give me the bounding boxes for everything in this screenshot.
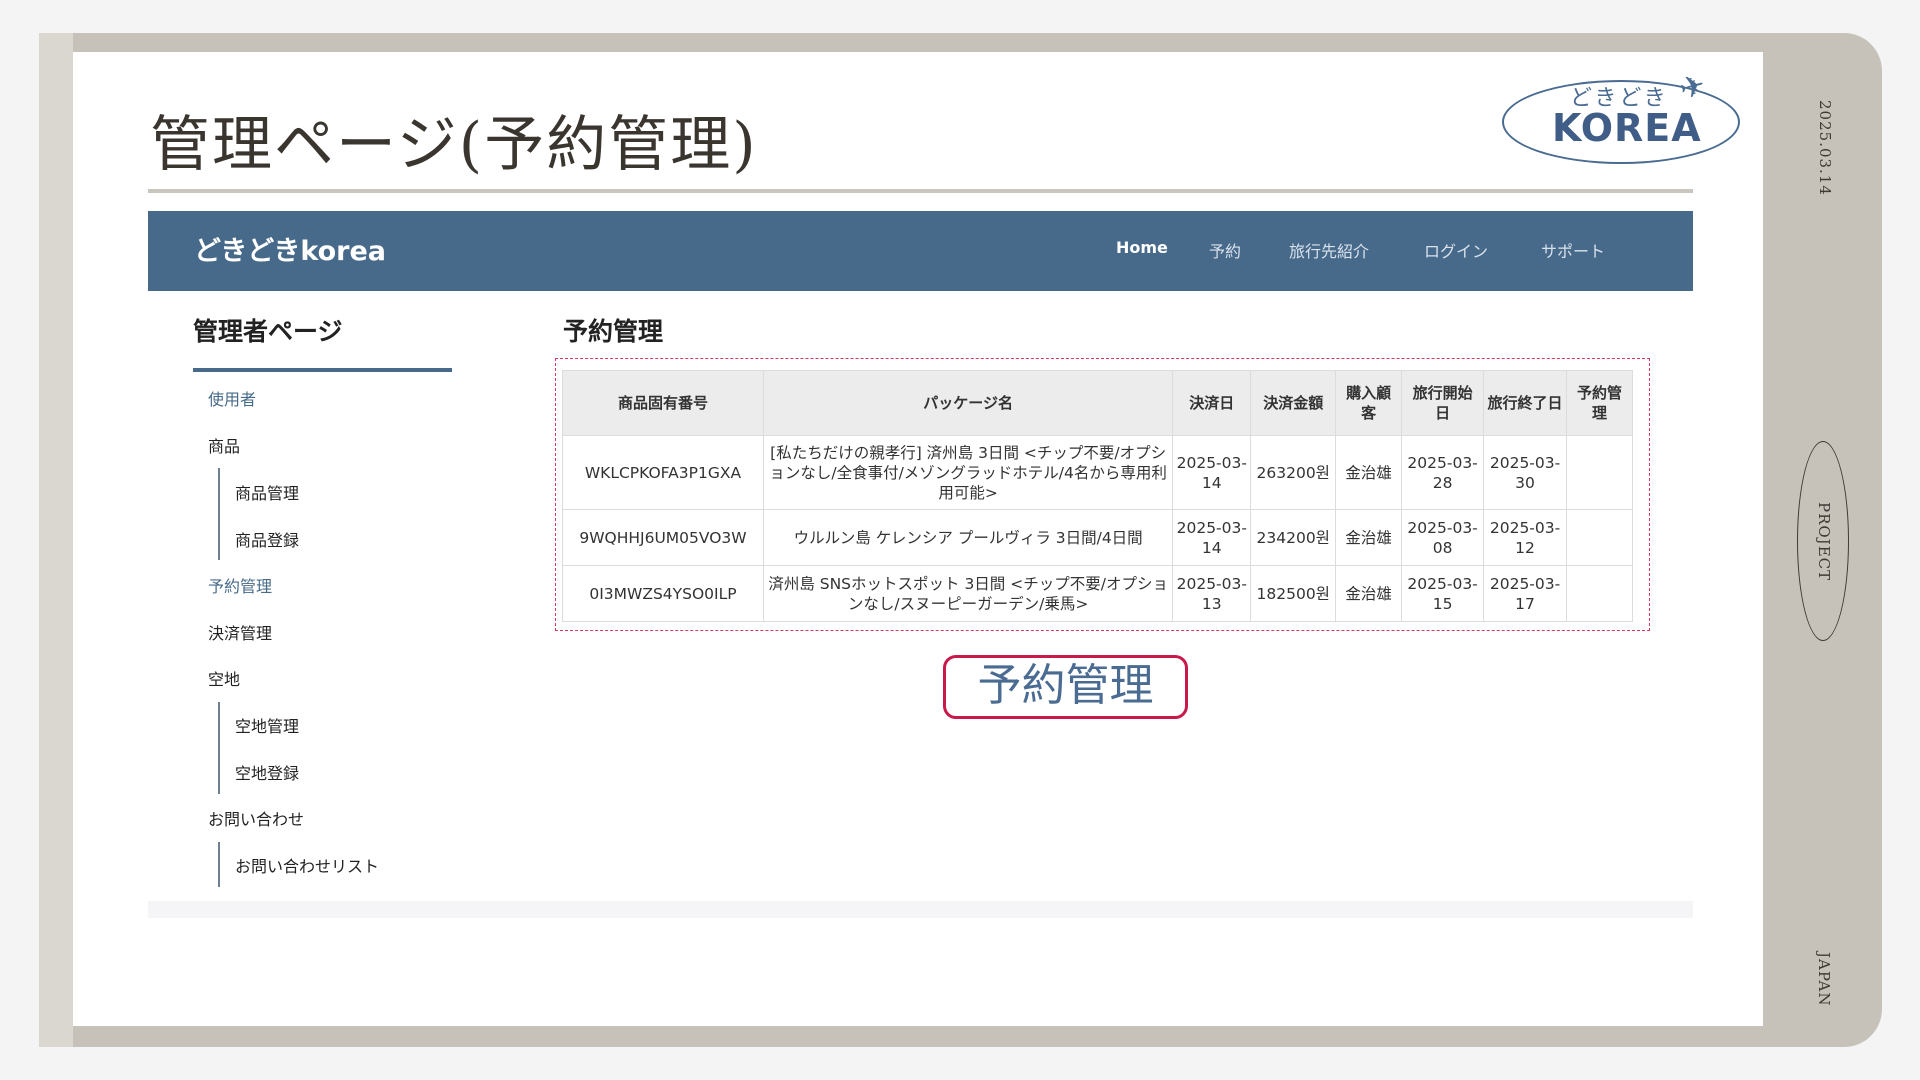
sidebar-item-vacant-land-registration[interactable]: 空地登録 xyxy=(235,760,299,784)
site-brand[interactable]: どきどきkorea xyxy=(194,229,386,268)
sidebar-item-vacant-land[interactable]: 空地 xyxy=(208,666,240,690)
column-header-end-date: 旅行終了日 xyxy=(1483,370,1568,436)
table-row[interactable]: WKLCPKOFA3P1GXA [私たちだけの親孝行] 済州島 3日間 <チップ… xyxy=(562,435,1633,510)
cell-end-date: 2025-03-17 xyxy=(1483,565,1568,622)
cell-customer: 金治雄 xyxy=(1335,435,1403,510)
cell-package-name: 済州島 SNSホットスポット 3日間 <チップ不要/オプションなし/スヌーピーガ… xyxy=(762,565,1174,622)
side-date-label: 2025.03.14 xyxy=(1816,100,1834,196)
cell-start-date: 2025-03-08 xyxy=(1401,509,1485,566)
nav-destinations[interactable]: 旅行先紹介 xyxy=(1289,238,1369,262)
nav-home[interactable]: Home xyxy=(1116,238,1168,257)
sidebar-heading-underline xyxy=(193,368,452,372)
table-header-row: 商品固有番号 パッケージ名 決済日 決済金額 購入顧客 旅行開始日 旅行終了日 … xyxy=(562,370,1633,436)
sidebar-heading: 管理者ページ xyxy=(193,317,343,346)
site-navbar: どきどきkorea Home 予約 旅行先紹介 ログイン サポート xyxy=(148,211,1693,291)
sidebar-item-inquiries[interactable]: お問い合わせ xyxy=(208,806,304,830)
cell-product-id: 0I3MWZS4YSO0ILP xyxy=(562,565,764,622)
column-header-package-name: パッケージ名 xyxy=(762,370,1174,436)
cell-payment-amount: 263200원 xyxy=(1250,435,1337,510)
sidebar-sub-indicator xyxy=(218,702,220,794)
table-row[interactable]: 0I3MWZS4YSO0ILP 済州島 SNSホットスポット 3日間 <チップ不… xyxy=(562,565,1633,622)
sidebar-item-inquiry-list[interactable]: お問い合わせリスト xyxy=(235,853,379,877)
sidebar-item-product-management[interactable]: 商品管理 xyxy=(235,480,299,504)
side-project-label: PROJECT xyxy=(1815,502,1833,582)
sidebar-item-users[interactable]: 使用者 xyxy=(208,386,256,410)
nav-support[interactable]: サポート xyxy=(1541,238,1605,262)
logo: どきどき KOREA ✈ xyxy=(1500,67,1745,166)
cell-package-name: [私たちだけの親孝行] 済州島 3日間 <チップ不要/オプションなし/全食事付/… xyxy=(762,435,1174,510)
cell-end-date: 2025-03-12 xyxy=(1483,509,1568,566)
cell-product-id: 9WQHHJ6UM05VO3W xyxy=(562,509,764,566)
cell-payment-date: 2025-03-14 xyxy=(1172,509,1252,566)
slide-title: 管理ページ(予約管理) xyxy=(150,110,758,180)
cell-product-id: WKLCPKOFA3P1GXA xyxy=(562,435,764,510)
sidebar-sub-indicator xyxy=(218,468,220,560)
page-footer-band xyxy=(148,901,1693,918)
column-header-product-id: 商品固有番号 xyxy=(562,370,764,436)
sidebar-item-products[interactable]: 商品 xyxy=(208,433,240,457)
table-row[interactable]: 9WQHHJ6UM05VO3W ウルルン島 ケレンシア プールヴィラ 3日間/4… xyxy=(562,509,1633,566)
cell-payment-amount: 182500원 xyxy=(1250,565,1337,622)
cell-package-name: ウルルン島 ケレンシア プールヴィラ 3日間/4日間 xyxy=(762,509,1174,566)
cell-reservation-action[interactable] xyxy=(1566,435,1633,510)
slide-frame-left-strip xyxy=(39,33,73,1047)
nav-login[interactable]: ログイン xyxy=(1424,238,1488,262)
cell-customer: 金治雄 xyxy=(1335,565,1403,622)
column-header-start-date: 旅行開始日 xyxy=(1401,370,1485,436)
cell-customer: 金治雄 xyxy=(1335,509,1403,566)
column-header-customer: 購入顧客 xyxy=(1335,370,1403,436)
title-divider xyxy=(148,189,1693,193)
side-japan-label: JAPAN xyxy=(1815,952,1833,1007)
content-heading: 予約管理 xyxy=(563,317,664,346)
callout-label: 予約管理 xyxy=(943,655,1188,719)
cell-payment-date: 2025-03-13 xyxy=(1172,565,1252,622)
cell-start-date: 2025-03-28 xyxy=(1401,435,1485,510)
sidebar-item-vacant-land-management[interactable]: 空地管理 xyxy=(235,713,299,737)
cell-payment-date: 2025-03-14 xyxy=(1172,435,1252,510)
cell-payment-amount: 234200원 xyxy=(1250,509,1337,566)
column-header-payment-amount: 決済金額 xyxy=(1250,370,1337,436)
reservation-table: 商品固有番号 パッケージ名 決済日 決済金額 購入顧客 旅行開始日 旅行終了日 … xyxy=(562,370,1633,622)
logo-main-text: KOREA xyxy=(1552,106,1702,150)
cell-reservation-action[interactable] xyxy=(1566,565,1633,622)
sidebar-item-reservation-management[interactable]: 予約管理 xyxy=(208,573,272,597)
cell-reservation-action[interactable] xyxy=(1566,509,1633,566)
nav-reservation[interactable]: 予約 xyxy=(1209,238,1241,262)
column-header-reservation-action: 予約管理 xyxy=(1566,370,1633,436)
sidebar-sub-indicator xyxy=(218,842,220,887)
cell-end-date: 2025-03-30 xyxy=(1483,435,1568,510)
cell-start-date: 2025-03-15 xyxy=(1401,565,1485,622)
sidebar-item-payment-management[interactable]: 決済管理 xyxy=(208,620,272,644)
column-header-payment-date: 決済日 xyxy=(1172,370,1252,436)
sidebar-item-product-registration[interactable]: 商品登録 xyxy=(235,527,299,551)
